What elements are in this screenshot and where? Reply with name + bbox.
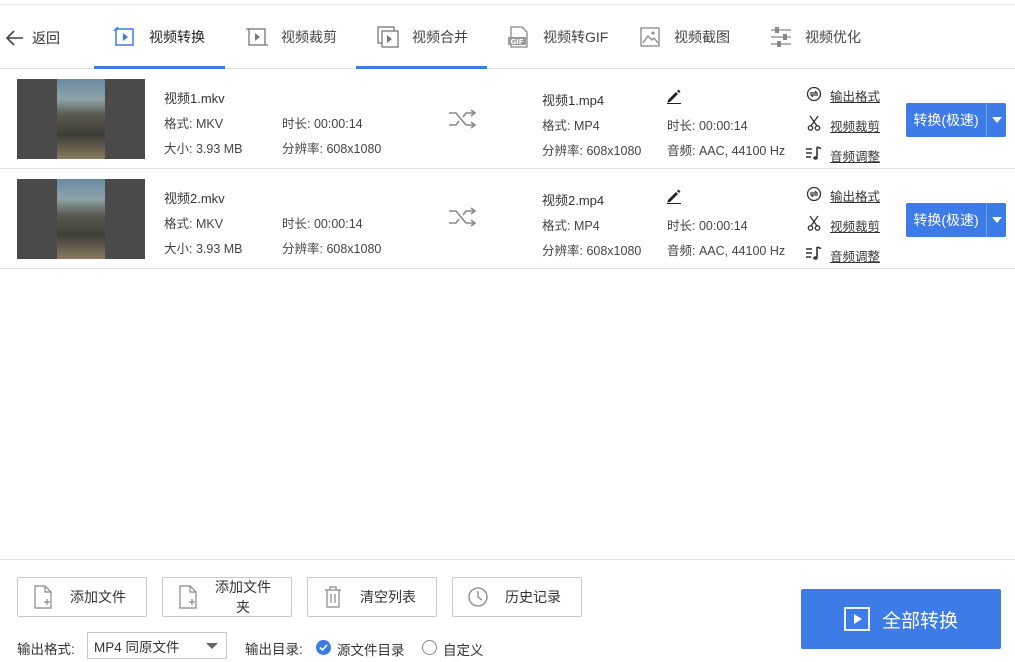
tab-label: 视频截图	[674, 29, 730, 45]
gif-badge-text: GIF	[510, 38, 523, 46]
sliders-icon	[769, 25, 793, 49]
video-thumbnail[interactable]	[17, 179, 145, 259]
top-nav: 返回 视频转换 视频裁剪 视频合并 GIF 视频转GIF 视频截图 视频优化	[0, 5, 1015, 69]
convert-all-button[interactable]: 全部转换	[801, 589, 1001, 649]
file-row: 视频1.mkv 格式: MKV 时长: 00:00:14 大小: 3.93 MB…	[0, 69, 1015, 169]
file-name: 视频2.mkv	[164, 191, 225, 206]
video-thumbnail[interactable]	[17, 79, 145, 159]
check-icon	[319, 644, 328, 651]
back-label: 返回	[32, 30, 60, 46]
output-format-link[interactable]: 输出格式	[830, 86, 880, 105]
convert-button[interactable]: 转换(极速)	[906, 103, 986, 137]
history-label: 历史记录	[505, 589, 561, 605]
output-format-label: 输出格式:	[17, 642, 75, 657]
clear-list-button[interactable]: 清空列表	[307, 577, 437, 617]
tab-video-to-gif[interactable]: GIF 视频转GIF	[507, 5, 608, 69]
video-crop-link[interactable]: 视频裁剪	[830, 216, 880, 235]
convert-dropdown-button[interactable]	[986, 203, 1006, 237]
output-format: 格式: MP4	[542, 219, 600, 233]
scissors-icon	[805, 214, 823, 232]
gif-icon: GIF	[507, 25, 531, 49]
music-note-icon	[805, 244, 823, 262]
tab-label: 视频转GIF	[543, 29, 609, 45]
radio-custom-dir[interactable]	[422, 640, 437, 655]
output-resolution: 分辨率: 608x1080	[542, 244, 642, 258]
trash-icon	[322, 585, 344, 609]
chevron-down-icon	[206, 643, 218, 649]
tab-video-screenshot[interactable]: 视频截图	[638, 5, 730, 69]
video-merge-icon	[376, 25, 400, 49]
convert-all-label: 全部转换	[881, 610, 958, 632]
file-name: 视频1.mkv	[164, 91, 225, 106]
output-format-link[interactable]: 输出格式	[830, 186, 880, 205]
edit-pencil-icon[interactable]	[666, 88, 682, 104]
convert-button[interactable]: 转换(极速)	[906, 203, 986, 237]
music-note-icon	[805, 144, 823, 162]
audio-adjust-link[interactable]: 音频调整	[830, 146, 880, 165]
output-duration: 时长: 00:00:14	[667, 119, 748, 133]
output-audio: 音频: AAC, 44100 Hz	[667, 244, 786, 258]
add-folder-label: 添加文件夹	[215, 579, 271, 615]
file-duration: 时长: 00:00:14	[282, 217, 363, 231]
play-video-icon	[844, 607, 870, 631]
tab-video-merge[interactable]: 视频合并	[376, 5, 468, 69]
add-file-icon	[32, 585, 54, 609]
shuffle-icon	[449, 207, 477, 227]
video-crop-link[interactable]: 视频裁剪	[830, 116, 880, 135]
scissors-icon	[805, 114, 823, 132]
file-resolution: 分辨率: 608x1080	[282, 142, 382, 156]
output-format-value: MP4 同原文件	[94, 639, 180, 655]
tab-label: 视频合并	[412, 29, 468, 45]
bottom-toolbar: 添加文件 添加文件夹 清空列表 历史记录 输出格式: MP4 同原文件 输出目录…	[0, 559, 1015, 662]
file-size: 大小: 3.93 MB	[164, 142, 243, 156]
audio-adjust-link[interactable]: 音频调整	[830, 246, 880, 265]
tab-video-convert[interactable]: 视频转换	[113, 5, 205, 69]
edit-pencil-icon[interactable]	[666, 188, 682, 204]
shuffle-icon	[449, 109, 477, 129]
file-resolution: 分辨率: 608x1080	[282, 242, 382, 256]
add-folder-icon	[177, 585, 199, 609]
caret-down-icon	[991, 117, 1002, 123]
add-file-label: 添加文件	[70, 589, 126, 605]
source-dir-label: 源文件目录	[337, 643, 405, 658]
image-icon	[638, 25, 662, 49]
add-file-button[interactable]: 添加文件	[17, 577, 147, 617]
output-file-name: 视频2.mp4	[542, 193, 605, 208]
file-format: 格式: MKV	[164, 217, 224, 231]
file-size: 大小: 3.93 MB	[164, 242, 243, 256]
file-format: 格式: MKV	[164, 117, 224, 131]
output-duration: 时长: 00:00:14	[667, 219, 748, 233]
tab-label: 视频转换	[149, 29, 205, 45]
tab-video-optimize[interactable]: 视频优化	[769, 5, 861, 69]
output-file-name: 视频1.mp4	[542, 93, 605, 108]
custom-dir-label: 自定义	[443, 643, 484, 658]
clear-list-label: 清空列表	[360, 589, 416, 605]
file-row: 视频2.mkv 格式: MKV 时长: 00:00:14 大小: 3.93 MB…	[0, 169, 1015, 269]
back-button[interactable]: 返回	[6, 27, 60, 49]
output-format-icon	[805, 85, 823, 103]
video-convert-icon	[113, 25, 137, 49]
output-format-select[interactable]: MP4 同原文件	[87, 632, 227, 659]
output-audio: 音频: AAC, 44100 Hz	[667, 144, 786, 158]
convert-dropdown-button[interactable]	[986, 103, 1006, 137]
output-format: 格式: MP4	[542, 119, 600, 133]
clock-icon	[467, 585, 489, 609]
add-folder-button[interactable]: 添加文件夹	[162, 577, 292, 617]
arrow-left-icon	[6, 30, 23, 46]
video-crop-icon	[245, 25, 269, 49]
output-format-icon	[805, 185, 823, 203]
output-dir-label: 输出目录:	[245, 642, 303, 657]
radio-source-dir[interactable]	[316, 640, 331, 655]
history-button[interactable]: 历史记录	[452, 577, 582, 617]
file-duration: 时长: 00:00:14	[282, 117, 363, 131]
output-resolution: 分辨率: 608x1080	[542, 144, 642, 158]
tab-label: 视频裁剪	[281, 29, 337, 45]
caret-down-icon	[991, 217, 1002, 223]
tab-video-crop[interactable]: 视频裁剪	[245, 5, 337, 69]
tab-label: 视频优化	[805, 29, 861, 45]
